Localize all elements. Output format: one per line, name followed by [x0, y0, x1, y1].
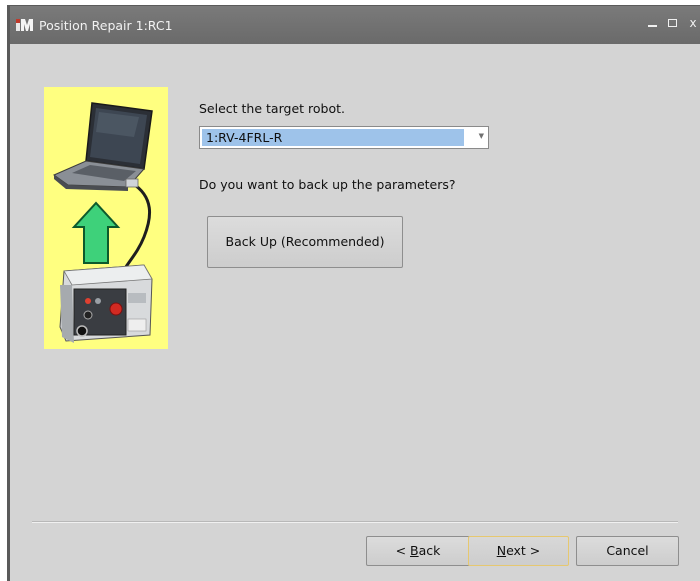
- backup-button[interactable]: Back Up (Recommended): [207, 216, 403, 268]
- footer-divider: [32, 521, 678, 523]
- title-bar[interactable]: Position Repair 1:RC1 x: [10, 6, 700, 44]
- next-button-mnemonic: N: [496, 543, 507, 558]
- app-logo-icon: [16, 19, 33, 31]
- illustration-panel: [44, 87, 168, 349]
- close-icon: x: [689, 16, 697, 30]
- cancel-button[interactable]: Cancel: [576, 536, 679, 566]
- backup-question-label: Do you want to back up the parameters?: [199, 177, 456, 192]
- select-robot-label: Select the target robot.: [199, 101, 345, 116]
- maximize-button[interactable]: [664, 14, 682, 32]
- back-button[interactable]: < Back: [366, 536, 470, 566]
- back-button-prefix: <: [395, 543, 411, 558]
- position-repair-dialog: Position Repair 1:RC1 x Select the targe…: [7, 5, 700, 581]
- next-button[interactable]: Next >: [468, 536, 569, 566]
- close-button[interactable]: x: [684, 14, 700, 32]
- target-robot-value: 1:RV-4FRL-R: [202, 129, 464, 146]
- next-button-rest: ext >: [506, 543, 541, 558]
- dialog-content: Select the target robot. 1:RV-4FRL-R ▼ D…: [10, 44, 700, 581]
- maximize-icon: [668, 19, 677, 27]
- minimize-icon: [648, 25, 657, 27]
- up-arrow-icon: [71, 201, 121, 264]
- minimize-button[interactable]: [644, 14, 662, 32]
- dropdown-arrow-icon[interactable]: ▼: [479, 132, 484, 140]
- back-button-rest: ack: [418, 543, 441, 558]
- back-button-mnemonic: B: [410, 543, 419, 558]
- target-robot-select[interactable]: 1:RV-4FRL-R ▼: [199, 126, 489, 149]
- window-title: Position Repair 1:RC1: [39, 18, 173, 33]
- laptop-controller-illustration: [52, 102, 153, 343]
